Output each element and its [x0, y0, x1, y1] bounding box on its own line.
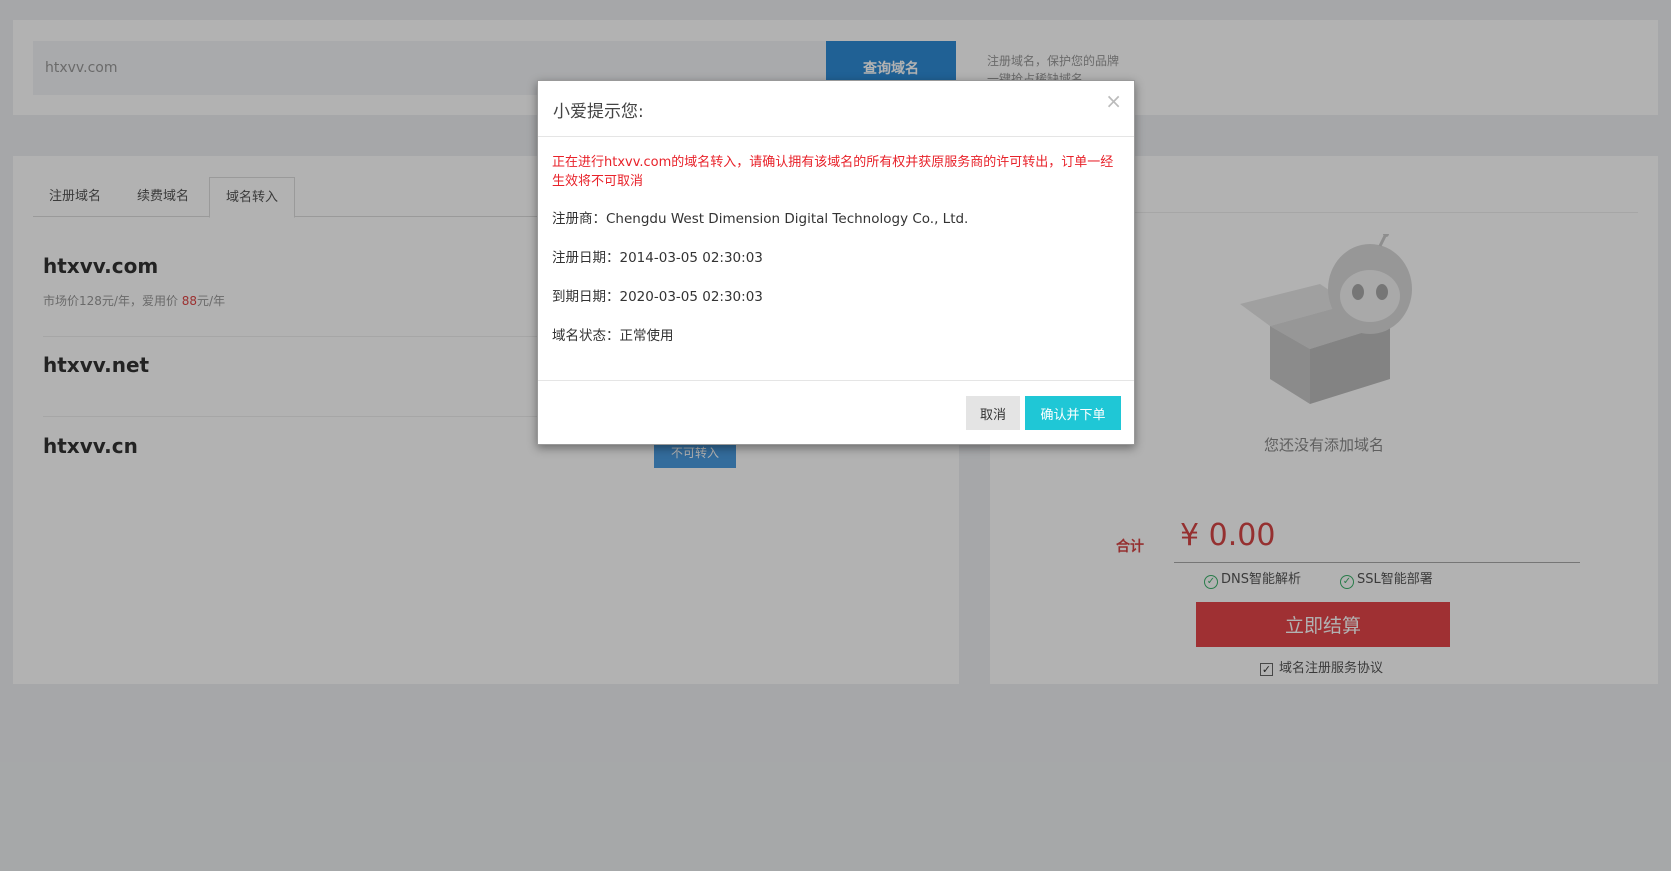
close-icon[interactable]: ×	[1105, 89, 1122, 113]
transfer-confirm-dialog: 小爱提示您: × 正在进行htxvv.com的域名转入，请确认拥有该域名的所有权…	[537, 80, 1135, 445]
expiration-date: 到期日期：2020-03-05 02:30:03	[552, 289, 763, 305]
cancel-button[interactable]: 取消	[966, 396, 1020, 430]
domain-status: 域名状态：正常使用	[552, 328, 674, 344]
registrar-info: 注册商：Chengdu West Dimension Digital Techn…	[552, 211, 969, 227]
registration-date: 注册日期：2014-03-05 02:30:03	[552, 250, 763, 266]
confirm-order-button[interactable]: 确认并下单	[1025, 396, 1121, 430]
dialog-footer-divider	[538, 380, 1134, 381]
transfer-warning-text: 正在进行htxvv.com的域名转入，请确认拥有该域名的所有权并获原服务商的许可…	[552, 155, 1114, 189]
dialog-title: 小爱提示您:	[553, 102, 644, 122]
dialog-header-divider	[538, 136, 1134, 137]
